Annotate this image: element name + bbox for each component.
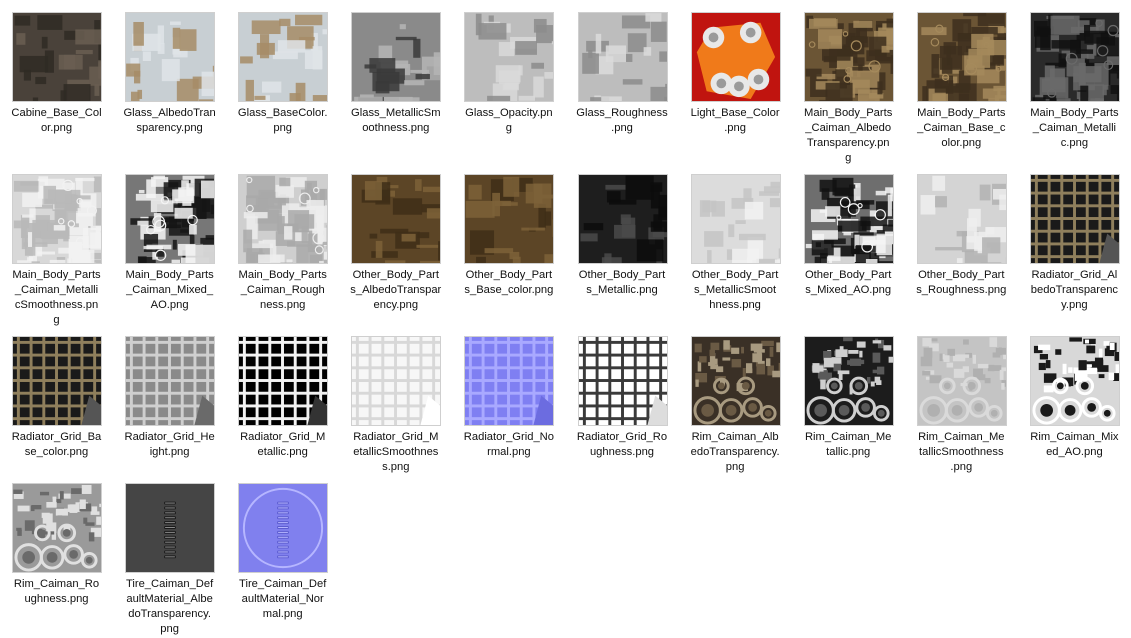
file-name: Main_Body_Parts _Caiman_Metalli cSmoothnes… xyxy=(12,269,101,326)
file-name: Main_Body_Parts _Caiman_Rough ness.png xyxy=(238,269,327,311)
thumbnail-texture-tire-normal-icon xyxy=(238,483,329,573)
thumbnail-texture-brown-icon xyxy=(351,174,442,264)
file-name: Glass_AlbedoTran sparency.png xyxy=(123,107,216,134)
thumbnail-texture-brown-icon xyxy=(464,174,555,264)
thumbnail-texture-grid-dark-lines-icon xyxy=(577,336,668,426)
thumbnail-texture-red-orange-icon xyxy=(690,12,781,102)
thumbnail-texture-brown-icon xyxy=(916,12,1007,102)
thumbnail-texture-brown-icon xyxy=(803,12,894,102)
file-name: Other_Body_Part s_AlbedoTranspar ency.png xyxy=(350,269,442,311)
thumbnail-texture-light-grey-icon xyxy=(464,12,555,102)
file-name: Radiator_Grid_No rmal.png xyxy=(463,431,554,458)
thumbnail-texture-light-icon xyxy=(238,174,329,264)
thumbnail-texture-pale-blue-icon xyxy=(238,12,329,102)
file-name: Cabine_Base_Col or.png xyxy=(11,107,102,134)
thumbnail-texture-dark-brown-icon xyxy=(12,12,102,102)
thumbnail-texture-light-icon xyxy=(12,174,102,264)
file-name: Tire_Caiman_Def aultMaterial_Albe doTransp… xyxy=(125,578,214,635)
file-name: Radiator_Grid_Ba se_color.png xyxy=(11,431,102,458)
file-name: Main_Body_Parts _Caiman_Albedo Transparenc… xyxy=(804,107,893,164)
file-name: Radiator_Grid_Al bedoTransparenc y.png xyxy=(1030,269,1119,311)
thumbnail-texture-normal-grid-icon xyxy=(464,336,555,426)
file-name: Other_Body_Part s_Mixed_AO.png xyxy=(804,269,892,296)
file-name: Other_Body_Part s_Roughness.png xyxy=(916,269,1007,296)
thumbnail-texture-grid-grey-icon xyxy=(125,336,216,426)
thumbnail-texture-rim-light-icon xyxy=(916,336,1007,426)
thumbnail-texture-grid-icon xyxy=(12,336,102,426)
thumbnail-texture-grid-white-icon xyxy=(351,336,442,426)
file-name: Glass_BaseColor. png xyxy=(237,107,328,134)
file-name: Radiator_Grid_M etallic.png xyxy=(240,431,326,458)
thumbnail-texture-grid-icon xyxy=(1029,174,1120,264)
thumbnail-texture-grid-bw-icon xyxy=(238,336,329,426)
thumbnail-texture-light-icon xyxy=(690,174,781,264)
thumbnail-texture-rim-bw-icon xyxy=(1029,336,1120,426)
file-name: Radiator_Grid_He ight.png xyxy=(124,431,215,458)
file-name: Main_Body_Parts _Caiman_Base_c olor.png xyxy=(917,107,1006,149)
file-name: Rim_Caiman_Ro ughness.png xyxy=(13,578,100,605)
thumbnail-texture-rim-dark-icon xyxy=(803,336,894,426)
file-name: Glass_MetallicSm oothness.png xyxy=(351,107,441,134)
file-name: Other_Body_Part s_MetallicSmoot hness.png xyxy=(691,269,779,311)
file-name: Radiator_Grid_M etallicSmoothnes s.png xyxy=(353,431,439,473)
thumbnail-texture-rim-grey-icon xyxy=(12,483,102,573)
file-name: Rim_Caiman_Mix ed_AO.png xyxy=(1030,431,1119,458)
file-name: Rim_Caiman_Alb edoTransparency. png xyxy=(690,431,780,473)
thumbnail-texture-dark-icon xyxy=(1029,12,1120,102)
file-name: Main_Body_Parts _Caiman_Metalli c.png xyxy=(1030,107,1119,149)
thumbnail-texture-light-icon xyxy=(916,174,1007,264)
file-name: Tire_Caiman_Def aultMaterial_Nor mal.png xyxy=(239,578,327,620)
file-name: Glass_Roughness .png xyxy=(576,107,668,134)
file-name: Other_Body_Part s_Base_color.png xyxy=(464,269,554,296)
file-name: Light_Base_Color .png xyxy=(690,107,780,134)
file-name: Other_Body_Part s_Metallic.png xyxy=(578,269,666,296)
file-name: Glass_Opacity.pn g xyxy=(465,107,553,134)
thumbnail-texture-dark-icon xyxy=(577,174,668,264)
thumbnail-texture-pale-blue-icon xyxy=(125,12,216,102)
file-name: Rim_Caiman_Me tallicSmoothness .png xyxy=(918,431,1005,473)
thumbnail-texture-grey-icon xyxy=(351,12,442,102)
thumbnail-texture-light-grey-icon xyxy=(577,12,668,102)
thumbnail-texture-bw-icon xyxy=(803,174,894,264)
thumbnail-texture-bw-icon xyxy=(125,174,216,264)
thumbnail-texture-tire-icon xyxy=(125,483,216,573)
file-name: Rim_Caiman_Me tallic.png xyxy=(804,431,892,458)
file-name: Radiator_Grid_Ro ughness.png xyxy=(576,431,668,458)
file-name: Main_Body_Parts _Caiman_Mixed_ AO.png xyxy=(125,269,214,311)
thumbnail-texture-rim-icon xyxy=(690,336,781,426)
file-grid: Cabine_Base_Col or.png Glass_AlbedoTran spa… xyxy=(0,0,1131,638)
